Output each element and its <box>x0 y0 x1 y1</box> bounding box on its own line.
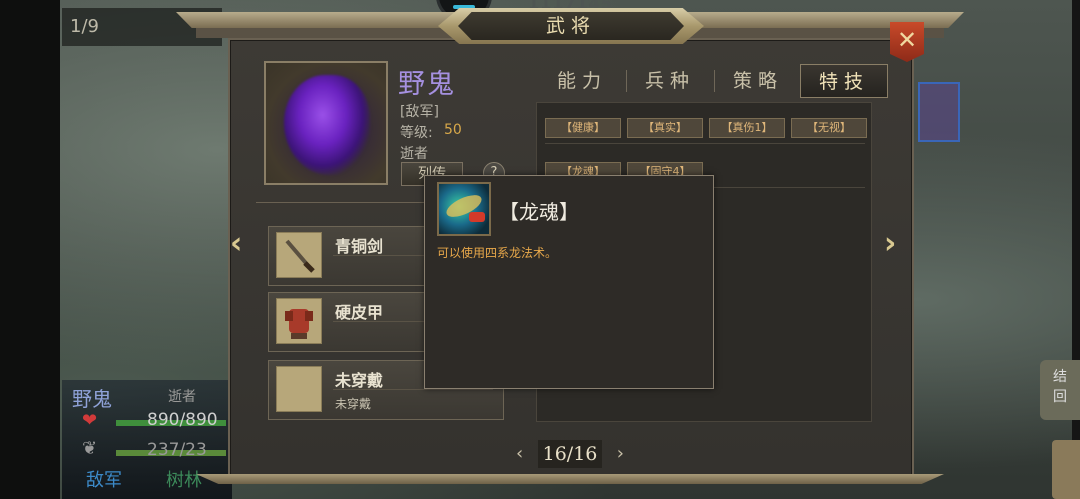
skill-chip[interactable]: 【真实】 <box>627 118 703 138</box>
skill-tooltip: 【龙魂】 可以使用四系龙法术。 <box>424 175 714 389</box>
tooltip-title: 【龙魂】 <box>499 200 579 224</box>
close-button[interactable]: ✕ <box>890 22 924 62</box>
tab-special-skills[interactable]: 特技 <box>800 64 888 98</box>
hero-name: 野鬼 <box>398 69 456 100</box>
tab-divider <box>714 70 715 92</box>
unit-status-state: 逝者 <box>168 389 196 405</box>
tab-strategy[interactable]: 策略 <box>716 64 800 98</box>
tab-divider <box>626 70 627 92</box>
pager-value: 16/16 <box>538 440 602 468</box>
ghost-portrait-icon <box>284 75 370 175</box>
unit-terrain: 树林 <box>166 470 202 491</box>
heart-icon: ❤ <box>82 410 98 431</box>
map-unit-marker[interactable] <box>918 82 960 142</box>
pager-prev-button[interactable]: ‹ <box>516 440 523 468</box>
hero-faction: [敌军] <box>400 104 439 120</box>
unit-mp: 237/23 <box>147 440 207 460</box>
unit-hp: 890/890 <box>147 410 218 430</box>
skill-chip[interactable]: 【健康】 <box>545 118 621 138</box>
hero-level-value: 50 <box>444 122 462 138</box>
next-hero-arrow-icon[interactable]: › <box>884 226 896 261</box>
tooltip-description: 可以使用四系龙法术。 <box>437 246 558 260</box>
side-menu-button[interactable] <box>1052 440 1080 499</box>
equipment-subtext: 未穿戴 <box>335 397 372 411</box>
skill-chip[interactable]: 【真伤1】 <box>709 118 785 138</box>
right-black-strip <box>1072 0 1080 499</box>
tab-bar: 能力 兵种 策略 特技 <box>540 64 890 100</box>
hero-portrait <box>264 61 388 185</box>
hero-state: 逝者 <box>400 146 428 162</box>
dragon-soul-icon <box>437 182 491 236</box>
equipment-name: 硬皮甲 <box>335 303 384 322</box>
panel-title: 武将 <box>458 12 684 40</box>
close-icon: ✕ <box>896 26 918 54</box>
previous-hero-arrow-icon[interactable]: ‹ <box>230 226 242 261</box>
tab-troops[interactable]: 兵种 <box>628 64 712 98</box>
hero-level-label: 等级: <box>400 125 433 141</box>
equipment-name: 青铜剑 <box>335 237 384 256</box>
unit-faction: 敌军 <box>86 470 122 491</box>
panel-bottom-frame <box>196 474 944 484</box>
wing-icon: ❦ <box>82 438 98 459</box>
equipment-name: 未穿戴 <box>335 371 384 390</box>
skill-chip[interactable]: 【无视】 <box>791 118 867 138</box>
pager-next-button[interactable]: › <box>617 440 624 468</box>
equipment-underline <box>333 389 493 390</box>
armor-icon <box>276 298 322 344</box>
sword-icon <box>276 232 322 278</box>
empty-slot-icon <box>276 366 322 412</box>
pager: ‹ 16/16 › <box>512 440 628 468</box>
left-black-strip <box>0 0 60 499</box>
side-action-button[interactable]: 结回 <box>1040 360 1080 420</box>
unit-status-name: 野鬼 <box>72 387 112 411</box>
tab-ability[interactable]: 能力 <box>540 64 624 98</box>
skill-row: 【健康】 【真实】 【真伤1】 【无视】 <box>545 111 867 144</box>
